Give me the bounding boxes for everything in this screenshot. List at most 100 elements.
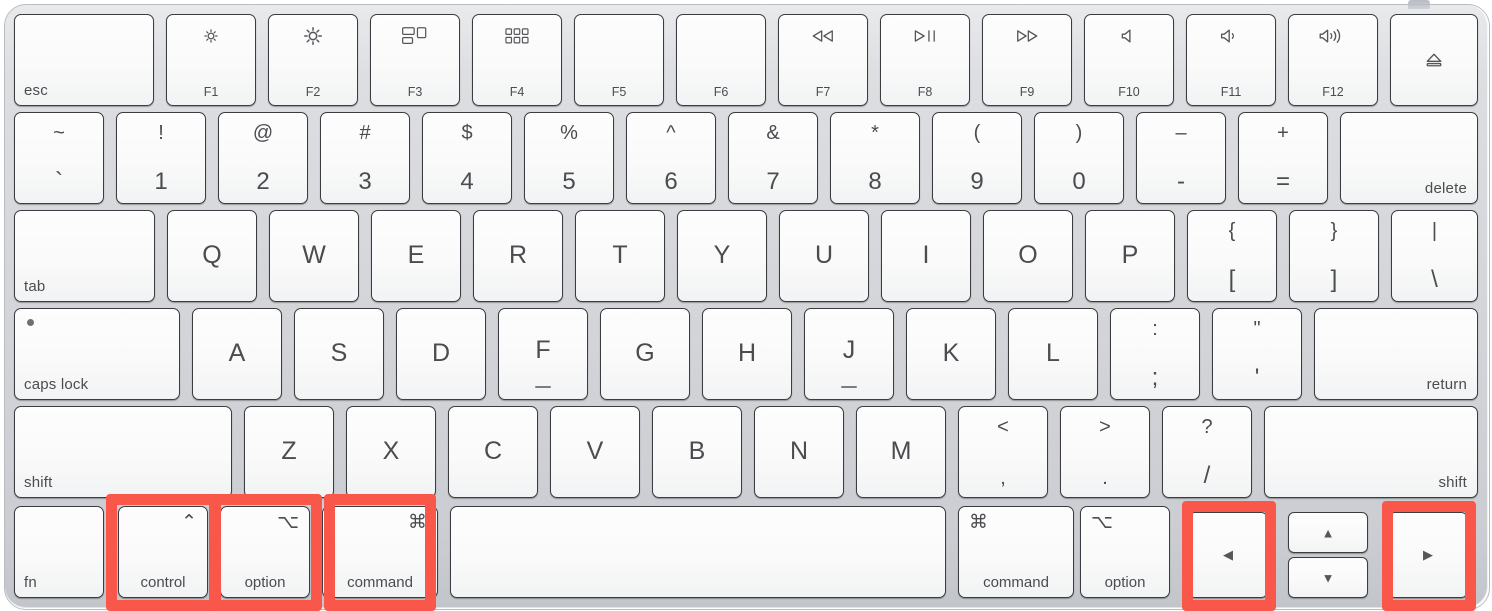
key-s[interactable]: S bbox=[294, 308, 384, 400]
key-comma[interactable]: < , bbox=[958, 406, 1048, 498]
key-bracket-left[interactable]: { [ bbox=[1187, 210, 1277, 302]
key-f2[interactable]: F2 bbox=[268, 14, 358, 106]
key-q[interactable]: Q bbox=[167, 210, 257, 302]
key-7[interactable]: & 7 bbox=[728, 112, 818, 204]
key-shift-right[interactable]: shift bbox=[1264, 406, 1478, 498]
key-x[interactable]: X bbox=[346, 406, 436, 498]
key-v[interactable]: V bbox=[550, 406, 640, 498]
volume-up-icon bbox=[1289, 23, 1377, 49]
key-shift-left[interactable]: shift bbox=[14, 406, 232, 498]
homing-bar-icon bbox=[841, 386, 857, 388]
key-label-shifted: ) bbox=[1075, 122, 1083, 144]
key-f8[interactable]: F8 bbox=[880, 14, 970, 106]
key-2[interactable]: @ 2 bbox=[218, 112, 308, 204]
key-8[interactable]: * 8 bbox=[830, 112, 920, 204]
key-f12[interactable]: F12 bbox=[1288, 14, 1378, 106]
key-space[interactable] bbox=[450, 506, 946, 598]
key-a[interactable]: A bbox=[192, 308, 282, 400]
key-e[interactable]: E bbox=[371, 210, 461, 302]
key-arrow-left[interactable]: ◀ bbox=[1188, 512, 1268, 598]
key-control-left[interactable]: ⌃ control bbox=[118, 506, 208, 598]
key-label: T bbox=[612, 240, 628, 269]
key-delete[interactable]: delete bbox=[1340, 112, 1478, 204]
key-bracket-right[interactable]: } ] bbox=[1289, 210, 1379, 302]
key-label: A bbox=[228, 338, 246, 367]
command-symbol-icon: ⌘ bbox=[969, 512, 988, 533]
key-label: delete bbox=[1424, 180, 1467, 197]
key-label: F10 bbox=[1118, 85, 1140, 99]
key-4[interactable]: $ 4 bbox=[422, 112, 512, 204]
key-slash[interactable]: ? / bbox=[1162, 406, 1252, 498]
key-f[interactable]: F bbox=[498, 308, 588, 400]
key-f6[interactable]: F6 bbox=[676, 14, 766, 106]
key-semicolon[interactable]: : ; bbox=[1110, 308, 1200, 400]
key-arrow-down[interactable]: ▼ bbox=[1288, 557, 1368, 598]
key-f1[interactable]: F1 bbox=[166, 14, 256, 106]
key-u[interactable]: U bbox=[779, 210, 869, 302]
key-9[interactable]: ( 9 bbox=[932, 112, 1022, 204]
key-backslash[interactable]: | \ bbox=[1391, 210, 1478, 302]
key-1[interactable]: ! 1 bbox=[116, 112, 206, 204]
key-minus[interactable]: – - bbox=[1136, 112, 1226, 204]
key-r[interactable]: R bbox=[473, 210, 563, 302]
key-caps-lock[interactable]: caps lock bbox=[14, 308, 180, 400]
key-o[interactable]: O bbox=[983, 210, 1073, 302]
key-option-right[interactable]: ⌥ option bbox=[1080, 506, 1170, 598]
key-c[interactable]: C bbox=[448, 406, 538, 498]
key-p[interactable]: P bbox=[1085, 210, 1175, 302]
key-label: F1 bbox=[203, 85, 219, 99]
key-j[interactable]: J bbox=[804, 308, 894, 400]
key-backtick[interactable]: ~ ` bbox=[14, 112, 104, 204]
key-w[interactable]: W bbox=[269, 210, 359, 302]
key-f4[interactable]: F4 bbox=[472, 14, 562, 106]
key-6[interactable]: ^ 6 bbox=[626, 112, 716, 204]
key-f3[interactable]: F3 bbox=[370, 14, 460, 106]
key-label: O bbox=[1018, 240, 1038, 269]
key-0[interactable]: ) 0 bbox=[1034, 112, 1124, 204]
key-label: F11 bbox=[1220, 85, 1242, 99]
key-command-right[interactable]: ⌘ command bbox=[958, 506, 1074, 598]
key-label: B bbox=[688, 436, 706, 465]
key-period[interactable]: > . bbox=[1060, 406, 1150, 498]
key-t[interactable]: T bbox=[575, 210, 665, 302]
key-z[interactable]: Z bbox=[244, 406, 334, 498]
key-l[interactable]: L bbox=[1008, 308, 1098, 400]
key-h[interactable]: H bbox=[702, 308, 792, 400]
key-quote[interactable]: " ' bbox=[1212, 308, 1302, 400]
key-d[interactable]: D bbox=[396, 308, 486, 400]
key-label: P bbox=[1121, 240, 1139, 269]
key-f5[interactable]: F5 bbox=[574, 14, 664, 106]
key-f9[interactable]: F9 bbox=[982, 14, 1072, 106]
key-arrow-up[interactable]: ▲ bbox=[1288, 512, 1368, 553]
key-tab[interactable]: tab bbox=[14, 210, 155, 302]
key-fn[interactable]: fn bbox=[14, 506, 104, 598]
key-5[interactable]: % 5 bbox=[524, 112, 614, 204]
key-k[interactable]: K bbox=[906, 308, 996, 400]
key-option-left[interactable]: ⌥ option bbox=[220, 506, 310, 598]
key-label: tab bbox=[24, 278, 46, 295]
key-i[interactable]: I bbox=[881, 210, 971, 302]
key-3[interactable]: # 3 bbox=[320, 112, 410, 204]
key-b[interactable]: B bbox=[652, 406, 742, 498]
arrow-left-icon: ◀ bbox=[1223, 547, 1233, 562]
key-command-left[interactable]: ⌘ command bbox=[322, 506, 438, 598]
key-f10[interactable]: F10 bbox=[1084, 14, 1174, 106]
key-label: / bbox=[1203, 462, 1211, 489]
key-eject[interactable] bbox=[1390, 14, 1478, 106]
key-esc[interactable]: esc bbox=[14, 14, 154, 106]
key-arrow-right[interactable]: ▶ bbox=[1388, 512, 1468, 598]
key-f7[interactable]: F7 bbox=[778, 14, 868, 106]
key-return[interactable]: return bbox=[1314, 308, 1478, 400]
key-label: 9 bbox=[970, 168, 984, 195]
key-equal[interactable]: + = bbox=[1238, 112, 1328, 204]
key-label: F5 bbox=[611, 85, 627, 99]
key-g[interactable]: G bbox=[600, 308, 690, 400]
key-m[interactable]: M bbox=[856, 406, 946, 498]
key-y[interactable]: Y bbox=[677, 210, 767, 302]
key-f11[interactable]: F11 bbox=[1186, 14, 1276, 106]
mission-control-icon bbox=[371, 23, 459, 49]
key-label: F4 bbox=[509, 85, 525, 99]
key-label: F12 bbox=[1322, 85, 1344, 99]
key-n[interactable]: N bbox=[754, 406, 844, 498]
chassis-nub bbox=[1408, 0, 1430, 9]
